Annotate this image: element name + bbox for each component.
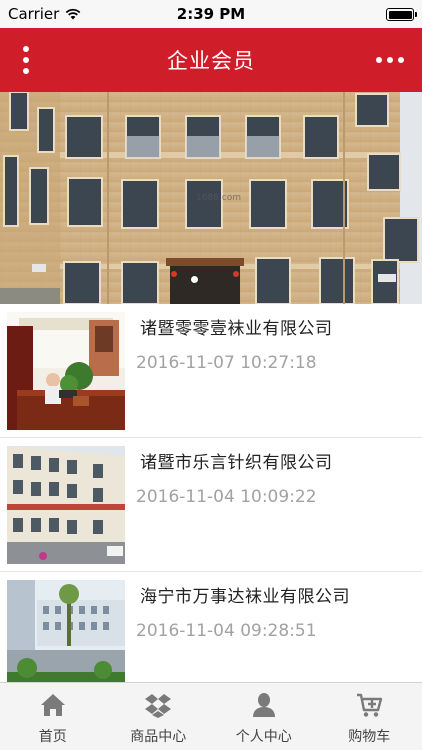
company-date: 2016-11-04 09:28:51 [136, 621, 317, 641]
tab-profile[interactable]: 个人中心 [211, 683, 317, 750]
menu-button[interactable] [14, 42, 38, 78]
more-button[interactable] [370, 42, 410, 78]
vertical-dots-icon [23, 46, 29, 52]
company-list: 诸暨零零壹袜业有限公司 2016-11-07 10:27:18 诸暨市乐言针织有… [0, 304, 422, 706]
tab-cart[interactable]: 购物车 [317, 683, 422, 750]
tab-label: 首页 [38, 729, 67, 745]
horizontal-dots-icon [376, 57, 382, 63]
status-left: Carrier [8, 5, 81, 23]
banner-carousel[interactable]: 1688.com [0, 92, 422, 304]
company-thumbnail [7, 312, 125, 430]
dot [23, 68, 29, 74]
battery-icon [386, 8, 417, 21]
dot [23, 57, 29, 63]
company-name: 诸暨零零壹袜业有限公司 [140, 319, 333, 339]
user-icon [252, 693, 275, 717]
carousel-page-indicator[interactable] [191, 276, 198, 283]
tab-label: 商品中心 [130, 729, 187, 745]
tab-label: 个人中心 [235, 729, 292, 745]
battery-fill [388, 10, 412, 19]
company-date: 2016-11-07 10:27:18 [136, 353, 317, 373]
company-name: 诸暨市乐言针织有限公司 [140, 453, 333, 473]
tab-label: 购物车 [348, 729, 391, 745]
cart-icon [357, 693, 383, 717]
company-date: 2016-11-04 10:09:22 [136, 487, 317, 507]
home-icon [40, 694, 65, 716]
building-photo: 1688.com [0, 92, 422, 304]
list-item[interactable]: 诸暨零零壹袜业有限公司 2016-11-07 10:27:18 [0, 304, 422, 438]
tab-home[interactable]: 首页 [0, 683, 106, 750]
dot [398, 57, 404, 63]
status-bar: Carrier 2:39 PM [0, 0, 422, 28]
company-name: 海宁市万事达袜业有限公司 [140, 587, 350, 607]
dot [387, 57, 393, 63]
bottom-tab-bar: 首页 商品中心 个人中心 购物车 [0, 682, 422, 750]
page-title: 企业会员 [167, 49, 255, 73]
dropbox-icon [145, 694, 172, 718]
header-bar: 企业会员 [0, 28, 422, 92]
list-item[interactable]: 诸暨市乐言针织有限公司 2016-11-04 10:09:22 [0, 438, 422, 572]
carrier-label: Carrier [8, 5, 60, 23]
tab-products[interactable]: 商品中心 [106, 683, 212, 750]
wifi-icon [66, 8, 81, 20]
company-thumbnail [7, 446, 125, 564]
banner-watermark: 1688.com [196, 193, 241, 203]
company-thumbnail [7, 580, 125, 698]
